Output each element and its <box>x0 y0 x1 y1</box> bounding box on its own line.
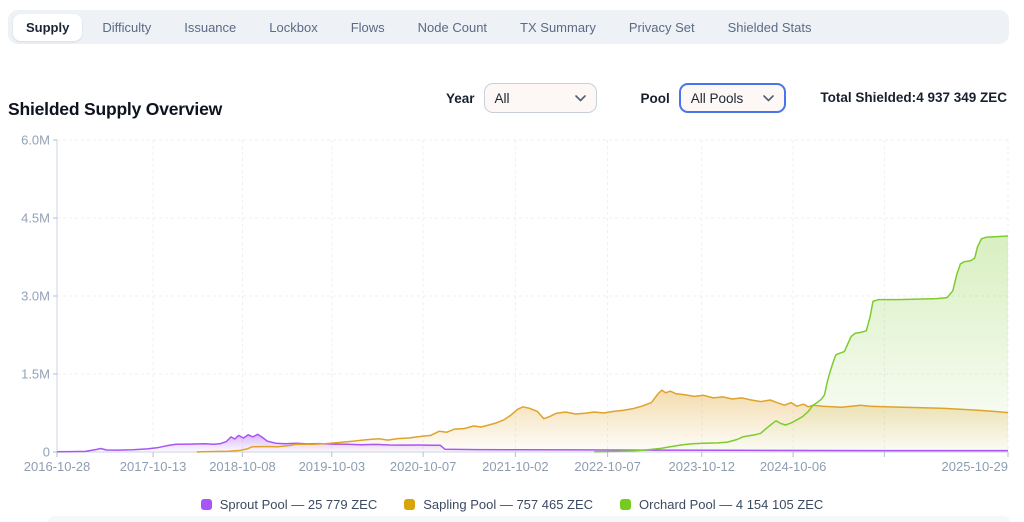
x-axis-label: 2020-10-07 <box>390 459 457 474</box>
y-axis-label: 1.5M <box>21 367 50 382</box>
tab-bar: Supply Difficulty Issuance Lockbox Flows Node… <box>8 10 1009 44</box>
x-axis-label: 2023-10-12 <box>669 459 736 474</box>
legend-swatch-icon <box>404 499 415 510</box>
tab-supply[interactable]: Supply <box>13 14 82 41</box>
chevron-down-icon <box>763 95 774 102</box>
x-axis-label: 2025-10-29 <box>942 459 1009 474</box>
pool-select-value: All Pools <box>691 91 744 106</box>
shielded-supply-chart[interactable]: 0 1.5M 3.0M 4.5M 6.0M 2016-10-28 2017-10-13 201… <box>0 128 1016 476</box>
legend-label: Orchard Pool — 4 154 105 ZEC <box>639 497 823 512</box>
page-title: Shielded Supply Overview <box>8 99 222 120</box>
y-axis-label: 3.0M <box>21 289 50 304</box>
tab-flows[interactable]: Flows <box>338 14 398 41</box>
year-select-value: All <box>495 91 510 106</box>
legend-item[interactable]: Sprout Pool — 25 779 ZEC <box>201 497 378 512</box>
total-shielded-value: 4 937 349 ZEC <box>916 90 1007 105</box>
y-axis-label: 4.5M <box>21 211 50 226</box>
chart-svg: 0 1.5M 3.0M 4.5M 6.0M 2016-10-28 2017-10-13 201… <box>0 128 1016 476</box>
legend-label: Sprout Pool — 25 779 ZEC <box>220 497 378 512</box>
legend-label: Sapling Pool — 757 465 ZEC <box>423 497 593 512</box>
x-axis-label: 2021-10-02 <box>482 459 549 474</box>
x-axis-label: 2022-10-07 <box>574 459 641 474</box>
chart-legend: Sprout Pool — 25 779 ZEC Sapling Pool — 7… <box>0 497 1024 512</box>
tab-shielded-stats[interactable]: Shielded Stats <box>715 14 825 41</box>
tab-node-count[interactable]: Node Count <box>405 14 500 41</box>
legend-swatch-icon <box>201 499 212 510</box>
next-section-edge <box>48 516 1010 522</box>
y-axis-label: 6.0M <box>21 133 50 148</box>
legend-item[interactable]: Orchard Pool — 4 154 105 ZEC <box>620 497 823 512</box>
year-filter-label: Year <box>446 91 475 106</box>
chevron-down-icon <box>575 95 586 102</box>
legend-item[interactable]: Sapling Pool — 757 465 ZEC <box>404 497 593 512</box>
legend-swatch-icon <box>620 499 631 510</box>
year-select[interactable]: All <box>484 83 597 113</box>
tab-issuance[interactable]: Issuance <box>171 14 249 41</box>
x-axis-label: 2017-10-13 <box>120 459 187 474</box>
x-axis-label: 2024-10-06 <box>760 459 827 474</box>
x-axis-label: 2016-10-28 <box>24 459 91 474</box>
tab-lockbox[interactable]: Lockbox <box>256 14 330 41</box>
tab-difficulty[interactable]: Difficulty <box>89 14 164 41</box>
x-axis-label: 2019-10-03 <box>299 459 366 474</box>
tab-privacy-set[interactable]: Privacy Set <box>616 14 708 41</box>
pool-select[interactable]: All Pools <box>679 83 786 113</box>
y-axis-label: 0 <box>43 445 50 460</box>
total-shielded: Total Shielded:4 937 349 ZEC <box>820 90 1007 105</box>
tab-tx-summary[interactable]: TX Summary <box>507 14 609 41</box>
x-axis-label: 2018-10-08 <box>209 459 276 474</box>
filter-controls: Year All Pool All Pools <box>446 83 786 113</box>
pool-filter-label: Pool <box>641 91 670 106</box>
total-shielded-label: Total Shielded: <box>820 90 916 105</box>
